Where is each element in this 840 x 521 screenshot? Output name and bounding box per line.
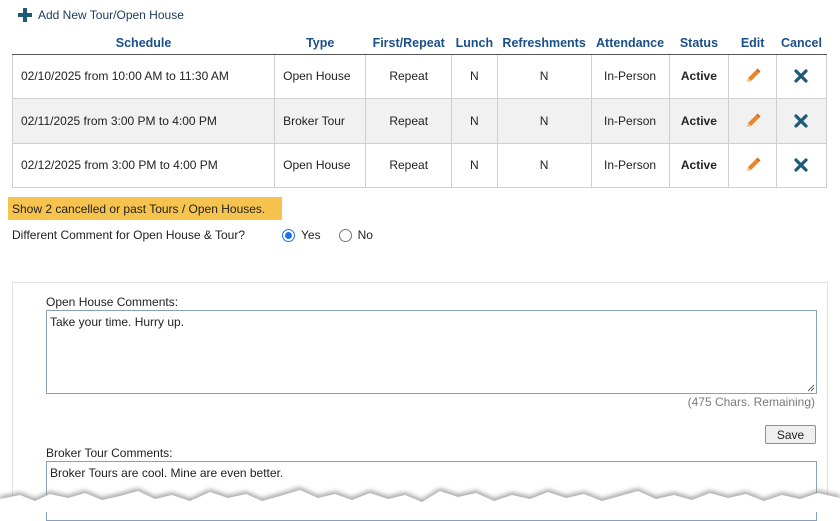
col-lunch: Lunch (451, 32, 498, 55)
resize-grip-icon[interactable] (807, 384, 815, 392)
table-header-row: Schedule Type First/Repeat Lunch Refresh… (12, 32, 827, 55)
different-comment-row: Different Comment for Open House & Tour?… (12, 228, 373, 242)
col-edit: Edit (728, 32, 777, 55)
status-cell: Active (668, 53, 730, 99)
col-first-repeat: First/Repeat (365, 32, 452, 55)
pencil-icon[interactable] (744, 67, 762, 85)
lunch-cell: N (451, 98, 498, 144)
col-type: Type (274, 32, 366, 55)
attendance-cell: In-Person (590, 98, 670, 144)
cancel-cell (775, 53, 828, 99)
chars-remaining: (475 Chars. Remaining) (687, 395, 815, 409)
cancel-cell (775, 98, 828, 144)
add-tour-label: Add New Tour/Open House (38, 8, 184, 22)
first-repeat-cell: Repeat (365, 53, 453, 99)
lunch-cell: N (451, 53, 498, 99)
open-house-comments-input[interactable]: Take your time. Hurry up. (46, 310, 817, 394)
x-icon[interactable] (792, 67, 810, 85)
table-row: 02/11/2025 from 3:00 PM to 4:00 PM Broke… (11, 98, 828, 144)
status-cell: Active (668, 142, 730, 188)
edit-cell (728, 98, 777, 144)
broker-tour-comments-label: Broker Tour Comments: (46, 446, 173, 460)
open-house-comments-label: Open House Comments: (46, 295, 179, 309)
refreshments-cell: N (496, 53, 592, 99)
col-refreshments: Refreshments (497, 32, 592, 55)
col-schedule: Schedule (12, 32, 275, 55)
first-repeat-cell: Repeat (365, 142, 453, 188)
radio-yes[interactable] (282, 228, 296, 242)
schedule-cell: 02/11/2025 from 3:00 PM to 4:00 PM (11, 98, 276, 144)
schedule-cell: 02/12/2025 from 3:00 PM to 4:00 PM (11, 142, 276, 188)
table-row: 02/12/2025 from 3:00 PM to 4:00 PM Open … (11, 142, 828, 188)
status-cell: Active (668, 98, 730, 144)
show-past-tours-link[interactable]: Show 2 cancelled or past Tours / Open Ho… (8, 197, 282, 220)
lunch-cell: N (451, 142, 498, 188)
save-button[interactable]: Save (765, 425, 816, 444)
col-cancel: Cancel (776, 32, 827, 55)
radio-no-label: No (357, 228, 373, 242)
type-cell: Broker Tour (274, 98, 367, 144)
refreshments-cell: N (496, 142, 592, 188)
different-comment-question: Different Comment for Open House & Tour? (12, 228, 246, 242)
edit-cell (728, 142, 777, 188)
attendance-cell: In-Person (590, 53, 670, 99)
x-icon[interactable] (792, 156, 810, 174)
type-cell: Open House (274, 53, 367, 99)
type-cell: Open House (274, 142, 367, 188)
radio-no[interactable] (338, 228, 352, 242)
add-tour-link[interactable]: Add New Tour/Open House (18, 8, 184, 22)
x-icon[interactable] (792, 112, 810, 130)
pencil-icon[interactable] (744, 112, 762, 130)
first-repeat-cell: Repeat (365, 98, 453, 144)
col-attendance: Attendance (591, 32, 670, 55)
refreshments-cell: N (496, 98, 592, 144)
cancel-cell (775, 142, 828, 188)
edit-cell (728, 53, 777, 99)
torn-edge-decoration (0, 487, 840, 512)
plus-icon (18, 8, 32, 22)
attendance-cell: In-Person (590, 142, 670, 188)
table-row: 02/10/2025 from 10:00 AM to 11:30 AM Ope… (11, 53, 828, 99)
radio-yes-label: Yes (301, 228, 321, 242)
schedule-cell: 02/10/2025 from 10:00 AM to 11:30 AM (11, 53, 276, 99)
col-status: Status (669, 32, 729, 55)
pencil-icon[interactable] (744, 156, 762, 174)
tours-table: Schedule Type First/Repeat Lunch Refresh… (11, 32, 828, 188)
